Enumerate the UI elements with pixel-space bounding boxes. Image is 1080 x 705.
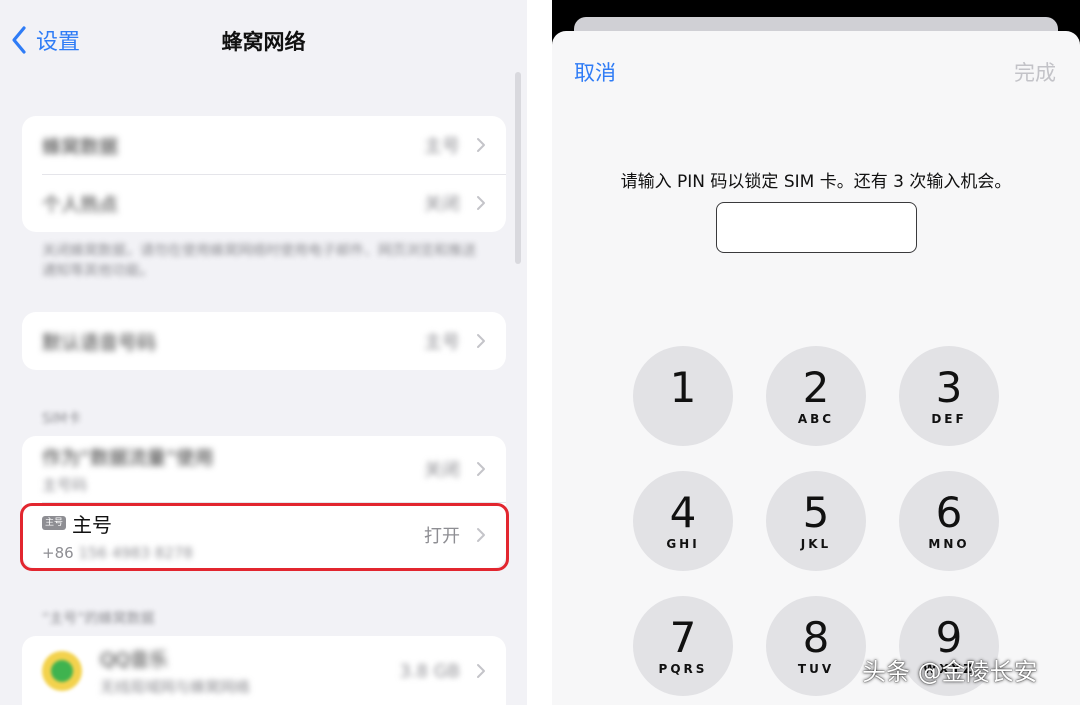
key-digit: 7 — [669, 613, 697, 662]
app-usage-value: 3.8 GB — [399, 660, 460, 682]
key-letters: MNO — [928, 537, 970, 551]
row-label: 个人热点 — [42, 193, 119, 216]
phone-number: +86 156 4983 8278 — [42, 544, 193, 562]
pin-entry-panel: 取消 完成 请输入 PIN 码以锁定 SIM 卡。还有 3 次输入机会。 1 2… — [552, 0, 1080, 705]
key-digit: 3 — [935, 363, 963, 412]
key-letters: GHI — [666, 537, 700, 551]
usage-section-header: “主号”的蜂窝数据 — [42, 611, 155, 627]
key-2[interactable]: 2 ABC — [766, 346, 866, 446]
row-value: 关闭 — [424, 460, 460, 481]
key-6[interactable]: 6 MNO — [899, 471, 999, 571]
key-digit: 1 — [669, 363, 697, 412]
phone-digits: 156 4983 8278 — [78, 543, 193, 562]
key-digit: 8 — [802, 613, 830, 662]
row-personal-hotspot[interactable]: 个人热点 关闭 — [22, 174, 506, 232]
row-app-usage[interactable]: QQ音乐 无线局域网与蜂窝网络 3.8 GB — [22, 636, 506, 705]
key-letters: TUV — [797, 662, 835, 676]
watermark: 头条 @金陵长安 — [862, 658, 1038, 686]
row-value: 主号 — [424, 332, 460, 353]
key-digit: 5 — [802, 488, 830, 537]
chevron-right-icon — [477, 528, 485, 542]
page-title: 蜂窝网络 — [221, 30, 306, 54]
row-default-voice[interactable]: 默认语音号码 主号 — [22, 312, 506, 370]
cellular-group: 蜂窝数据 主号 个人热点 关闭 — [22, 116, 506, 232]
key-letters: JKL — [800, 537, 832, 551]
chevron-right-icon — [477, 462, 485, 476]
row-label: 默认语音号码 — [42, 331, 157, 354]
cellular-footnote: 关闭蜂窝数据，请勿在使用蜂窝网络时使用电子邮件、网页浏览和推送通知等其他功能。 — [42, 243, 476, 279]
main-line-label: 主号 — [72, 512, 113, 537]
row-label: 作为“数据流量”使用 — [42, 447, 214, 469]
chevron-right-icon — [477, 334, 485, 348]
key-digit: 4 — [669, 488, 697, 537]
app-sub: 无线局域网与蜂窝网络 — [100, 678, 251, 696]
main-line-status: 打开 — [424, 526, 460, 547]
pin-sheet: 取消 完成 请输入 PIN 码以锁定 SIM 卡。还有 3 次输入机会。 1 2… — [552, 31, 1080, 705]
row-value: 关闭 — [424, 194, 460, 215]
phone-prefix: +86 — [42, 543, 74, 562]
key-4[interactable]: 4 GHI — [633, 471, 733, 571]
row-sub: 主号码 — [42, 476, 88, 494]
key-digit: 2 — [802, 363, 830, 412]
cellular-settings-panel: 设置 蜂窝网络 蜂窝数据 主号 个人热点 关闭 关闭蜂窝数据，请勿在使用蜂窝网络… — [0, 0, 527, 705]
key-3[interactable]: 3 DEF — [899, 346, 999, 446]
key-1[interactable]: 1 — [633, 346, 733, 446]
sim-group: 作为“数据流量”使用 主号码 关闭 主号 主号 +86 156 4983 8278… — [22, 436, 506, 568]
row-label: 蜂窝数据 — [42, 135, 119, 158]
key-letters: ABC — [797, 412, 835, 426]
cancel-button[interactable]: 取消 — [574, 57, 616, 87]
chevron-right-icon — [477, 196, 485, 210]
key-8[interactable]: 8 TUV — [766, 596, 866, 696]
row-main-line[interactable]: 主号 主号 +86 156 4983 8278 打开 — [22, 502, 506, 568]
sim-badge: 主号 — [42, 516, 67, 530]
app-name: QQ音乐 — [100, 649, 168, 671]
key-letters: PQRS — [658, 662, 708, 676]
chevron-right-icon — [477, 664, 485, 678]
key-7[interactable]: 7 PQRS — [633, 596, 733, 696]
sim-section-header: SIM卡 — [42, 411, 82, 427]
row-data-switch[interactable]: 作为“数据流量”使用 主号码 关闭 — [22, 436, 506, 502]
scrollbar[interactable] — [515, 72, 521, 264]
key-5[interactable]: 5 JKL — [766, 471, 866, 571]
pin-prompt: 请输入 PIN 码以锁定 SIM 卡。还有 3 次输入机会。 — [620, 172, 1012, 192]
row-value: 主号 — [424, 136, 460, 157]
key-letters: DEF — [931, 412, 967, 426]
voice-group: 默认语音号码 主号 — [22, 312, 506, 370]
chevron-right-icon — [477, 138, 485, 152]
done-button[interactable]: 完成 — [1014, 57, 1056, 87]
usage-group: QQ音乐 无线局域网与蜂窝网络 3.8 GB — [22, 636, 506, 705]
pin-input[interactable] — [716, 202, 917, 253]
row-cellular-data[interactable]: 蜂窝数据 主号 — [22, 116, 506, 174]
key-digit: 6 — [935, 488, 963, 537]
qq-music-icon — [42, 651, 82, 691]
